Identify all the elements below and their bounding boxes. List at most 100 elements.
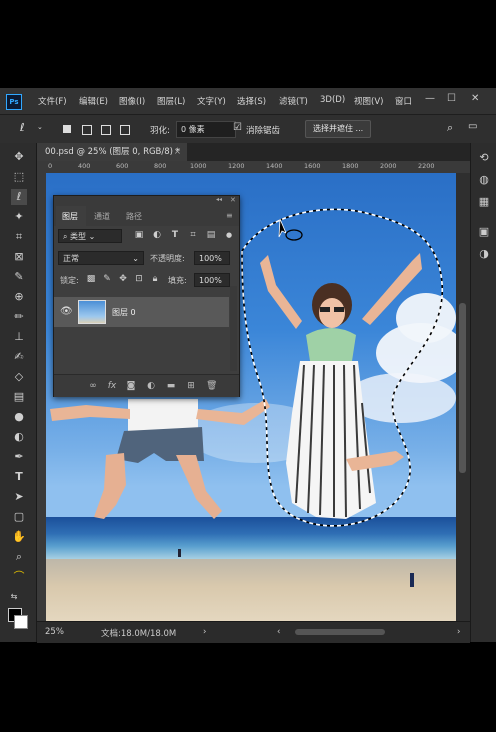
adjustment-layer-icon[interactable]: ◐ <box>146 381 156 391</box>
hand-icon[interactable]: ✋ <box>11 529 27 545</box>
horizontal-scroll-thumb[interactable] <box>295 629 385 635</box>
history-brush-icon[interactable]: ✍ <box>11 349 27 365</box>
close-window-button[interactable]: ✕ <box>471 93 479 104</box>
vertical-scrollbar[interactable] <box>456 173 470 621</box>
tab-layers[interactable]: 图层 <box>62 211 78 222</box>
add-selection-icon[interactable] <box>82 125 92 135</box>
lock-pixels-icon[interactable]: ✎ <box>102 274 112 284</box>
lock-all-icon[interactable]: 🔒︎ <box>150 274 160 284</box>
layer-row[interactable]: 👁︎ 图层 0 <box>54 297 229 327</box>
type-icon[interactable]: T <box>11 469 27 485</box>
feather-input[interactable]: 0 像素 <box>176 121 236 138</box>
frame-icon[interactable]: ⊠ <box>11 249 27 265</box>
blur-icon[interactable]: ● <box>11 409 27 425</box>
tab-paths[interactable]: 路径 <box>126 211 142 222</box>
intersect-selection-icon[interactable] <box>120 125 130 135</box>
restore-button[interactable]: ☐ <box>447 93 456 104</box>
gradient-icon[interactable]: ▤ <box>11 389 27 405</box>
eraser-icon[interactable]: ◇ <box>11 369 27 385</box>
panel-menu-icon[interactable]: ≡ <box>226 211 233 220</box>
path-select-icon[interactable]: ➤ <box>11 489 27 505</box>
new-selection-icon[interactable] <box>63 125 71 133</box>
chevron-down-icon[interactable]: ⌄ <box>37 123 43 131</box>
menu-view[interactable]: 视图(V) <box>354 95 383 107</box>
stamp-icon[interactable]: ⊥ <box>11 329 27 345</box>
filter-adjustment-icon[interactable]: ◐ <box>152 230 162 240</box>
layer-name[interactable]: 图层 0 <box>112 307 136 318</box>
status-menu-arrow[interactable]: › <box>203 627 206 637</box>
menu-file[interactable]: 文件(F) <box>38 95 67 107</box>
filter-pixel-icon[interactable]: ▣ <box>134 230 144 240</box>
link-layers-icon[interactable]: ∞ <box>88 381 98 391</box>
new-layer-icon[interactable]: ⊞ <box>186 381 196 391</box>
workspace-icon[interactable]: ▭ <box>468 121 477 132</box>
search-icon[interactable]: ⌕ <box>447 121 453 135</box>
color-icon[interactable]: ◍ <box>477 173 491 187</box>
swap-colors-icon[interactable]: ⇆ <box>6 589 22 605</box>
menu-3d[interactable]: 3D(D) <box>320 95 345 105</box>
delete-layer-icon[interactable]: 🗑︎ <box>206 381 217 391</box>
magic-wand-icon[interactable]: ✦ <box>11 209 27 225</box>
lock-transparent-icon[interactable]: ▩ <box>86 274 96 284</box>
history-icon[interactable]: ⟲ <box>477 151 491 165</box>
tab-channels[interactable]: 通道 <box>94 211 110 222</box>
filter-shape-icon[interactable]: ⌗ <box>188 230 198 240</box>
filter-kind-select[interactable]: ⌕ 类型 ⌄ <box>58 229 122 243</box>
minimize-button[interactable]: — <box>425 93 435 104</box>
ruler-tick: 1000 <box>190 162 207 170</box>
shape-icon[interactable]: ▢ <box>11 509 27 525</box>
filter-type-icon[interactable]: T <box>170 230 180 240</box>
background-color-swatch[interactable] <box>14 615 28 629</box>
scroll-thumb[interactable] <box>459 303 466 473</box>
edit-toolbar-icon[interactable]: ⌒ <box>11 569 27 585</box>
fill-input[interactable]: 100% <box>194 273 230 287</box>
layer-style-icon[interactable]: fx <box>107 381 117 391</box>
eyedropper-icon[interactable]: ✎ <box>11 269 27 285</box>
add-mask-icon[interactable]: ◙ <box>126 381 136 391</box>
opacity-label: 不透明度: <box>150 254 185 263</box>
filter-row: ⌕ 类型 ⌄ ▣ ◐ T ⌗ ▤ ● <box>54 226 239 246</box>
menu-layer[interactable]: 图层(L) <box>157 95 185 107</box>
close-tab-icon[interactable]: × <box>174 143 181 161</box>
swatches-icon[interactable]: ▦ <box>477 195 491 209</box>
menu-filter[interactable]: 滤镜(T) <box>279 95 308 107</box>
collapse-panel-icon[interactable]: ◂◂ <box>216 196 222 203</box>
menu-select[interactable]: 选择(S) <box>237 95 266 107</box>
zoom-level[interactable]: 25% <box>45 627 64 637</box>
dodge-icon[interactable]: ◐ <box>11 429 27 445</box>
menu-window[interactable]: 窗口 <box>395 95 412 107</box>
lock-label: 锁定: <box>60 276 79 285</box>
panel-header[interactable]: ◂◂ ✕ <box>54 196 239 206</box>
blend-mode-select[interactable]: 正常 ⌄ <box>58 251 144 265</box>
filter-smart-object-icon[interactable]: ▤ <box>206 230 216 240</box>
menu-edit[interactable]: 编辑(E) <box>79 95 108 107</box>
adjustments-icon[interactable]: ◑ <box>477 247 491 261</box>
libraries-icon[interactable]: ▣ <box>477 225 491 239</box>
pen-icon[interactable]: ✒ <box>11 449 27 465</box>
document-tab[interactable]: 00.psd @ 25% (图层 0, RGB/8) * × <box>37 143 187 161</box>
lock-position-icon[interactable]: ✥ <box>118 274 128 284</box>
opacity-input[interactable]: 100% <box>194 251 230 265</box>
menu-image[interactable]: 图像(I) <box>119 95 145 107</box>
scroll-left-arrow[interactable]: ‹ <box>277 627 280 637</box>
marquee-icon[interactable]: ⬚ <box>11 169 27 185</box>
zoom-icon[interactable]: ⌕ <box>11 549 27 565</box>
close-panel-icon[interactable]: ✕ <box>230 196 236 204</box>
antialias-checkbox[interactable]: ☑ <box>233 122 242 133</box>
healing-icon[interactable]: ⊕ <box>11 289 27 305</box>
new-group-icon[interactable]: ▬ <box>166 381 176 391</box>
menu-type[interactable]: 文字(Y) <box>197 95 226 107</box>
lock-artboard-icon[interactable]: ⊡ <box>134 274 144 284</box>
filter-toggle-icon[interactable]: ● <box>224 230 234 240</box>
lasso-preset-icon[interactable]: ℓ <box>20 121 25 134</box>
lasso-icon[interactable]: ℓ <box>11 189 27 205</box>
eye-visibility-icon[interactable]: 👁︎ <box>60 306 73 317</box>
scroll-right-arrow[interactable]: › <box>457 627 460 637</box>
brush-icon[interactable]: ✏ <box>11 309 27 325</box>
panel-scrollbar[interactable] <box>230 286 237 371</box>
crop-icon[interactable]: ⌗ <box>11 229 27 245</box>
select-and-mask-button[interactable]: 选择并遮住 ... <box>305 120 372 138</box>
move-icon[interactable]: ✥ <box>11 149 27 165</box>
subtract-selection-icon[interactable] <box>101 125 111 135</box>
blend-mode-value: 正常 <box>63 254 79 263</box>
